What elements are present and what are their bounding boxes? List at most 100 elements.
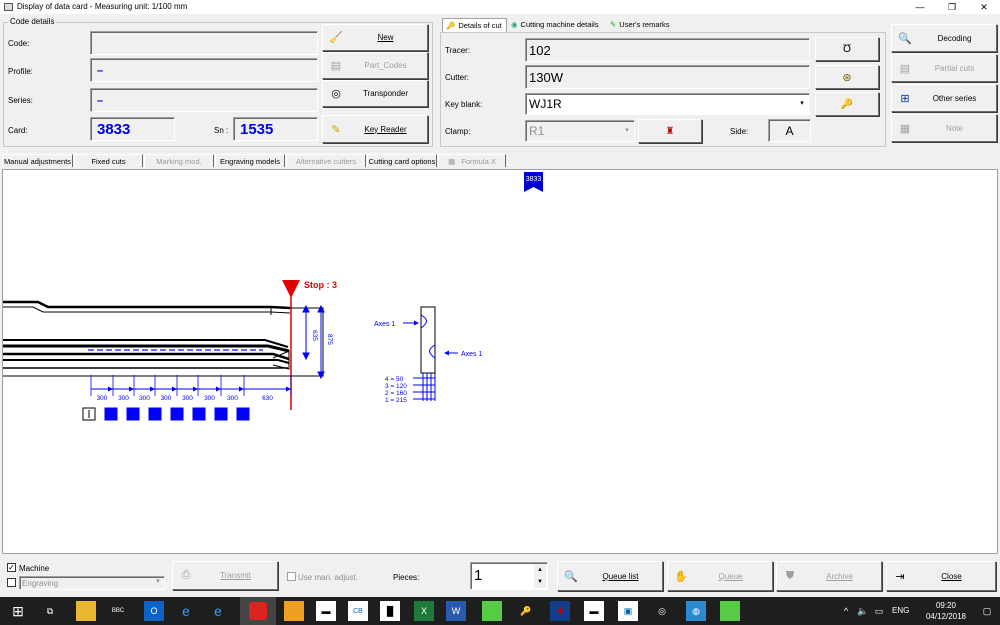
tab-cutting-machine-details[interactable]: ◉ Cutting machine details [508, 18, 606, 32]
queue-list-button[interactable]: 🔍 Queue list [557, 561, 663, 591]
word-icon[interactable]: W [446, 601, 466, 621]
cutter-button[interactable]: ⊛ [815, 65, 879, 89]
clamp-select[interactable]: R1 ▾ [525, 120, 635, 142]
key-reader-label: Key Reader [364, 124, 407, 134]
volume-icon[interactable]: 🔈 [856, 601, 870, 621]
globe-tab-icon: ◉ [511, 20, 518, 29]
start-windows-icon[interactable]: ⊞ [8, 601, 28, 621]
app-window-icon-2[interactable]: ▬ [584, 601, 604, 621]
calc-icon[interactable]: CB [348, 601, 368, 621]
language-indicator[interactable]: ENG [892, 606, 909, 615]
tab-details-of-cut[interactable]: 🔑 Details of cut [442, 18, 507, 32]
spacing-arrow [129, 386, 134, 392]
tab-engraving-models[interactable]: Engraving models [215, 154, 285, 167]
uk-flag-icon[interactable]: ✚ [550, 601, 570, 621]
minimize-button[interactable]: — [905, 0, 935, 14]
profile-field[interactable]: – [90, 58, 318, 82]
clamp-icon: ♜ [665, 125, 675, 137]
clamp-button[interactable]: ♜ [638, 119, 702, 143]
tab-alternative-cutters[interactable]: Alternative cutters [286, 154, 366, 167]
machine-checkbox[interactable]: ✓ [7, 563, 16, 572]
pieces-value: 1 [474, 567, 483, 584]
transponder-button[interactable]: ◎ Transponder [322, 80, 428, 107]
engraving-select[interactable]: Engraving ▾ [19, 576, 165, 590]
window-title: Display of data card - Measuring unit: 1… [17, 2, 188, 11]
tab-formula-x[interactable]: ▦ Formula X [438, 154, 506, 167]
green-app-icon-2[interactable] [720, 601, 740, 621]
edge-icon[interactable]: e [208, 601, 228, 621]
bbc-icon[interactable]: BBC [108, 601, 128, 621]
internet-explorer-icon[interactable]: e [176, 601, 196, 621]
queue-button[interactable]: ✋ Queue [667, 561, 773, 591]
tab-users-remarks[interactable]: ✎ User's remarks [607, 18, 677, 32]
spacing-label: 300 [97, 395, 108, 402]
transmit-button[interactable]: ⎙ Transmit [172, 561, 278, 590]
clock-date[interactable]: 04/12/2018 [918, 612, 974, 621]
tracer-button[interactable]: Ʊ [815, 37, 879, 61]
key-blank-button[interactable]: 🔑 [815, 92, 879, 116]
title-bar: Display of data card - Measuring unit: 1… [0, 0, 1000, 14]
key-icon: 🔑 [840, 98, 854, 110]
notifications-icon[interactable]: ▢ [978, 601, 996, 621]
note-button[interactable]: ▦ Note [891, 114, 997, 142]
spacing-label: 300 [182, 395, 193, 402]
part-codes-button[interactable]: ▤ Part_Codes [322, 52, 428, 79]
cut-square [214, 407, 228, 421]
pieces-stepper[interactable]: 1 ▲ ▼ [470, 562, 548, 590]
file-explorer-icon[interactable] [76, 601, 96, 621]
tray-chevron-icon[interactable]: ^ [840, 601, 852, 621]
excel-icon[interactable]: X [414, 601, 434, 621]
tab-marking-mod[interactable]: Marking mod. [144, 154, 214, 167]
clamp-chevron-down-icon[interactable]: ▾ [621, 122, 633, 140]
archive-button[interactable]: ⛊ Archive [776, 561, 882, 591]
pencil-tab-icon: ✎ [610, 20, 617, 29]
app-window-icon-1[interactable]: ▬ [316, 601, 336, 621]
stepper-down-icon[interactable]: ▼ [534, 576, 546, 588]
users-remarks-label: User's remarks [619, 20, 670, 29]
clock-time[interactable]: 09:20 [930, 601, 962, 610]
note-label: Note [946, 123, 963, 133]
chevron-down-icon[interactable]: ▾ [796, 95, 808, 113]
green-app-icon[interactable] [482, 601, 502, 621]
clamp-label: Clamp: [445, 127, 471, 136]
new-button[interactable]: 🧹 New [322, 24, 428, 51]
tab-cutting-card-options[interactable]: Cutting card options [367, 154, 437, 167]
folder-app-icon[interactable] [284, 601, 304, 621]
close-button[interactable]: ⇥ Close [886, 561, 996, 591]
other-series-button[interactable]: ⊞ Other series [891, 84, 997, 112]
use-man-adjust-checkbox[interactable] [287, 572, 296, 581]
series-field[interactable]: – [90, 88, 318, 112]
app-window-icon-3[interactable]: ▣ [618, 601, 638, 621]
yellow-key-icon[interactable]: 🔑 [516, 601, 536, 621]
stepper-up-icon[interactable]: ▲ [534, 564, 546, 576]
depth-label-4: 4 = 50 [385, 376, 404, 383]
network-icon[interactable]: ▭ [872, 601, 886, 621]
key-blank-label: Key blank: [445, 100, 483, 109]
code-field[interactable] [90, 31, 318, 55]
restore-button[interactable]: ❐ [937, 0, 967, 14]
cut-square [170, 407, 184, 421]
key-blank-select[interactable]: WJ1R ▾ [525, 93, 810, 115]
globe-app-icon[interactable]: ◍ [686, 601, 706, 621]
app-active-icon[interactable] [240, 597, 276, 625]
tab-fixed-cuts[interactable]: Fixed cuts [74, 154, 143, 167]
eye-app-icon[interactable]: ◎ [652, 601, 672, 621]
formula-icon: ▦ [448, 156, 456, 166]
barcode-icon[interactable]: ▐▌ [380, 601, 400, 621]
stop-label: Stop : 3 [304, 280, 337, 290]
close-window-button[interactable]: ✕ [969, 0, 999, 14]
queue-list-icon: 🔍 [564, 570, 578, 583]
tab-manual-adjustments[interactable]: Manual adjustments [2, 154, 73, 167]
decoding-button[interactable]: 🔍 Decoding [891, 24, 997, 52]
outlook-icon[interactable]: O [144, 601, 164, 621]
engraving-chevron-down-icon[interactable]: ▾ [153, 577, 163, 585]
engraving-checkbox[interactable] [7, 578, 16, 587]
profile-view [403, 306, 458, 401]
key-reader-button[interactable]: ✎ Key Reader [322, 115, 428, 143]
part-codes-label: Part_Codes [364, 61, 407, 70]
task-view-icon[interactable]: ⧉ [40, 601, 60, 621]
tracer-label: Tracer: [445, 46, 471, 55]
height-dimensions [302, 304, 325, 380]
partial-cuts-button[interactable]: ▤ Partial cuts [891, 54, 997, 82]
archive-icon: ⛊ [785, 569, 795, 582]
